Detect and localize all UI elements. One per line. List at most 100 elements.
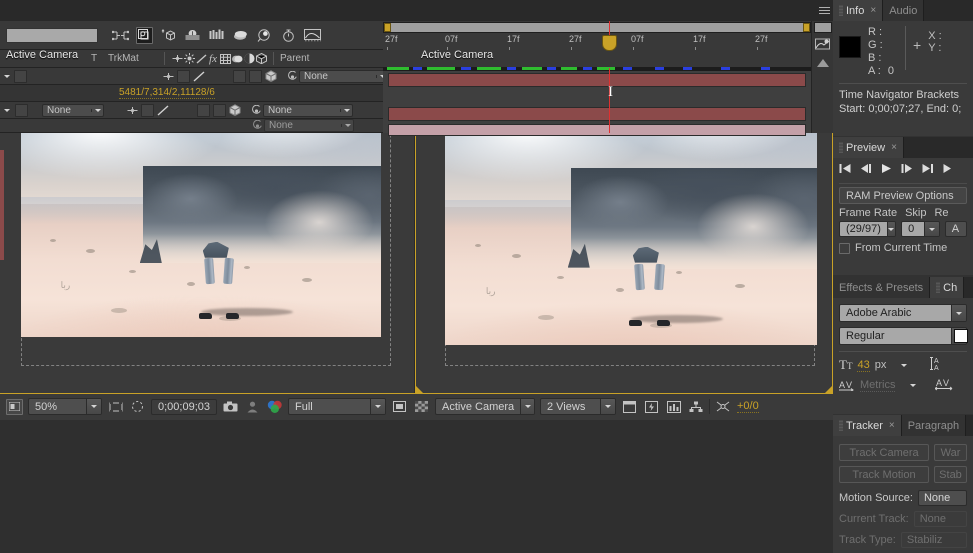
from-current-time-checkbox[interactable]: [839, 242, 850, 254]
close-icon[interactable]: ×: [889, 420, 895, 431]
view-layout-dropdown[interactable]: 2 Views: [540, 398, 616, 415]
show-snapshot-icon[interactable]: [244, 399, 261, 415]
time-navigator-end-bracket[interactable]: [803, 23, 810, 32]
toggle-transparency-grid-icon[interactable]: [391, 399, 408, 415]
timeline-track-area[interactable]: I: [383, 67, 811, 136]
graph-editor-icon[interactable]: [304, 27, 321, 44]
composition-mini-flowchart-icon[interactable]: [112, 27, 129, 44]
row-toggle-box[interactable]: [14, 69, 27, 83]
fill-color-swatch[interactable]: [954, 329, 968, 343]
row-toggle-box[interactable]: [14, 103, 28, 117]
adjustment-toggle[interactable]: [213, 103, 226, 117]
parent-pickwhip-icon[interactable]: [249, 102, 263, 118]
collapse-toggle[interactable]: [177, 69, 190, 83]
time-navigator-bar[interactable]: [383, 22, 811, 33]
layer-clip-bar[interactable]: [388, 107, 806, 121]
row-expand-arrow[interactable]: [0, 68, 14, 84]
motion-source-field[interactable]: None: [917, 490, 967, 506]
time-navigator-start-bracket[interactable]: [384, 23, 391, 32]
three-d-toggle-icon[interactable]: [265, 70, 277, 82]
exposure-value[interactable]: +0/0: [737, 400, 759, 413]
leading-icon[interactable]: AA: [930, 356, 944, 374]
shy-toggle-icon[interactable]: [126, 104, 138, 116]
close-icon[interactable]: ×: [870, 5, 876, 16]
parent-pickwhip-icon[interactable]: [285, 68, 299, 84]
toggle-mask-path-visibility-icon[interactable]: [129, 399, 146, 415]
from-current-time-row[interactable]: From Current Time: [833, 242, 973, 254]
reset-exposure-icon[interactable]: [715, 399, 732, 415]
brainstorm-icon[interactable]: [232, 27, 249, 44]
font-size-value[interactable]: 43: [857, 359, 870, 372]
panel-grip-icon[interactable]: [839, 420, 843, 431]
preview-resolution-dropdown[interactable]: A: [944, 221, 967, 237]
timeline-panel-menu[interactable]: [819, 0, 833, 21]
track-type-field[interactable]: Stabiliz: [900, 532, 967, 548]
skip-dropdown[interactable]: 0: [901, 221, 940, 237]
motion-blur-toggle[interactable]: [197, 103, 210, 117]
parent-dropdown[interactable]: None: [299, 69, 389, 83]
trkmat-dropdown[interactable]: None: [42, 103, 104, 117]
tab-effects-and-presets[interactable]: Effects & Presets: [833, 277, 931, 298]
font-family-dropdown[interactable]: Adobe Arabic: [839, 304, 967, 322]
enable-frame-blending-icon[interactable]: [184, 27, 201, 44]
enable-motion-blur-icon[interactable]: [208, 27, 225, 44]
playhead-handle[interactable]: [602, 35, 617, 51]
timeline-graph-icon[interactable]: [665, 399, 682, 415]
search-input[interactable]: [6, 27, 98, 43]
quality-toggle-icon[interactable]: [193, 70, 205, 82]
graph-editor-timer-icon[interactable]: [280, 27, 297, 44]
comp-flowchart-icon[interactable]: [687, 399, 704, 415]
ram-preview-button[interactable]: [943, 163, 952, 177]
kerning-value[interactable]: Metrics: [860, 379, 896, 392]
quality-toggle-icon[interactable]: [157, 104, 169, 116]
layer-clip-bar[interactable]: [388, 124, 806, 136]
tab-preview[interactable]: Preview ×: [833, 137, 904, 158]
time-ruler-area[interactable]: 27f 07f 17f 27f 07f 17f 27f: [383, 21, 811, 51]
tab-info[interactable]: Info ×: [833, 0, 884, 21]
previous-frame-button[interactable]: [860, 163, 872, 177]
tracking-icon[interactable]: AV: [935, 377, 953, 394]
scroll-up-arrow[interactable]: [817, 59, 829, 67]
parent-pickwhip-icon[interactable]: [250, 119, 264, 132]
three-d-toggle-icon[interactable]: [229, 104, 241, 116]
collapse-toggle[interactable]: [141, 103, 154, 117]
chevron-down-icon[interactable]: [901, 363, 908, 367]
fast-previews-icon[interactable]: [643, 399, 660, 415]
panel-grip-icon[interactable]: [936, 282, 941, 293]
draft-3d-icon[interactable]: [136, 26, 153, 44]
ram-preview-options-button[interactable]: RAM Preview Options: [839, 187, 967, 204]
tab-paragraph[interactable]: Paragraph: [901, 415, 967, 436]
magnification-dropdown[interactable]: 50%: [28, 398, 102, 415]
next-frame-button[interactable]: [901, 163, 913, 177]
layer-clip-bar[interactable]: [388, 73, 806, 87]
frame-rate-dropdown[interactable]: (29/97): [839, 221, 897, 237]
tab-audio[interactable]: Audio: [883, 0, 925, 21]
first-frame-button[interactable]: [839, 163, 851, 177]
transparency-checker-icon[interactable]: [413, 399, 430, 415]
adjustment-toggle[interactable]: [249, 69, 262, 83]
pixel-aspect-correction-icon[interactable]: [621, 399, 638, 415]
hide-shy-layers-icon[interactable]: [160, 27, 177, 44]
expression-value[interactable]: 5481/7,314/2,11128/6: [119, 87, 215, 99]
panel-grip-icon[interactable]: [839, 5, 843, 16]
play-button[interactable]: [881, 163, 892, 177]
tab-character[interactable]: Ch: [930, 277, 965, 298]
region-of-interest-icon[interactable]: [107, 399, 124, 415]
camera-view-dropdown[interactable]: Active Camera: [435, 398, 535, 415]
take-snapshot-icon[interactable]: [222, 399, 239, 415]
panel-grip-icon[interactable]: [839, 142, 843, 153]
track-camera-button[interactable]: Track Camera: [839, 444, 929, 461]
comp-render-flag-icon[interactable]: [815, 37, 831, 54]
font-style-dropdown[interactable]: Regular: [839, 327, 967, 345]
shy-toggle-icon[interactable]: [162, 70, 174, 82]
current-track-field[interactable]: None: [913, 511, 967, 527]
parent-dropdown[interactable]: None: [264, 119, 354, 132]
show-channel-icon[interactable]: [266, 399, 283, 415]
row-expand-arrow[interactable]: [0, 102, 14, 118]
always-preview-this-view-icon[interactable]: [6, 398, 23, 415]
auto-keyframe-icon[interactable]: [256, 27, 273, 44]
close-icon[interactable]: ×: [891, 142, 897, 153]
resolution-dropdown[interactable]: Full: [288, 398, 386, 415]
parent-dropdown[interactable]: None: [263, 103, 353, 117]
stabilize-motion-button[interactable]: Stab: [934, 466, 967, 483]
